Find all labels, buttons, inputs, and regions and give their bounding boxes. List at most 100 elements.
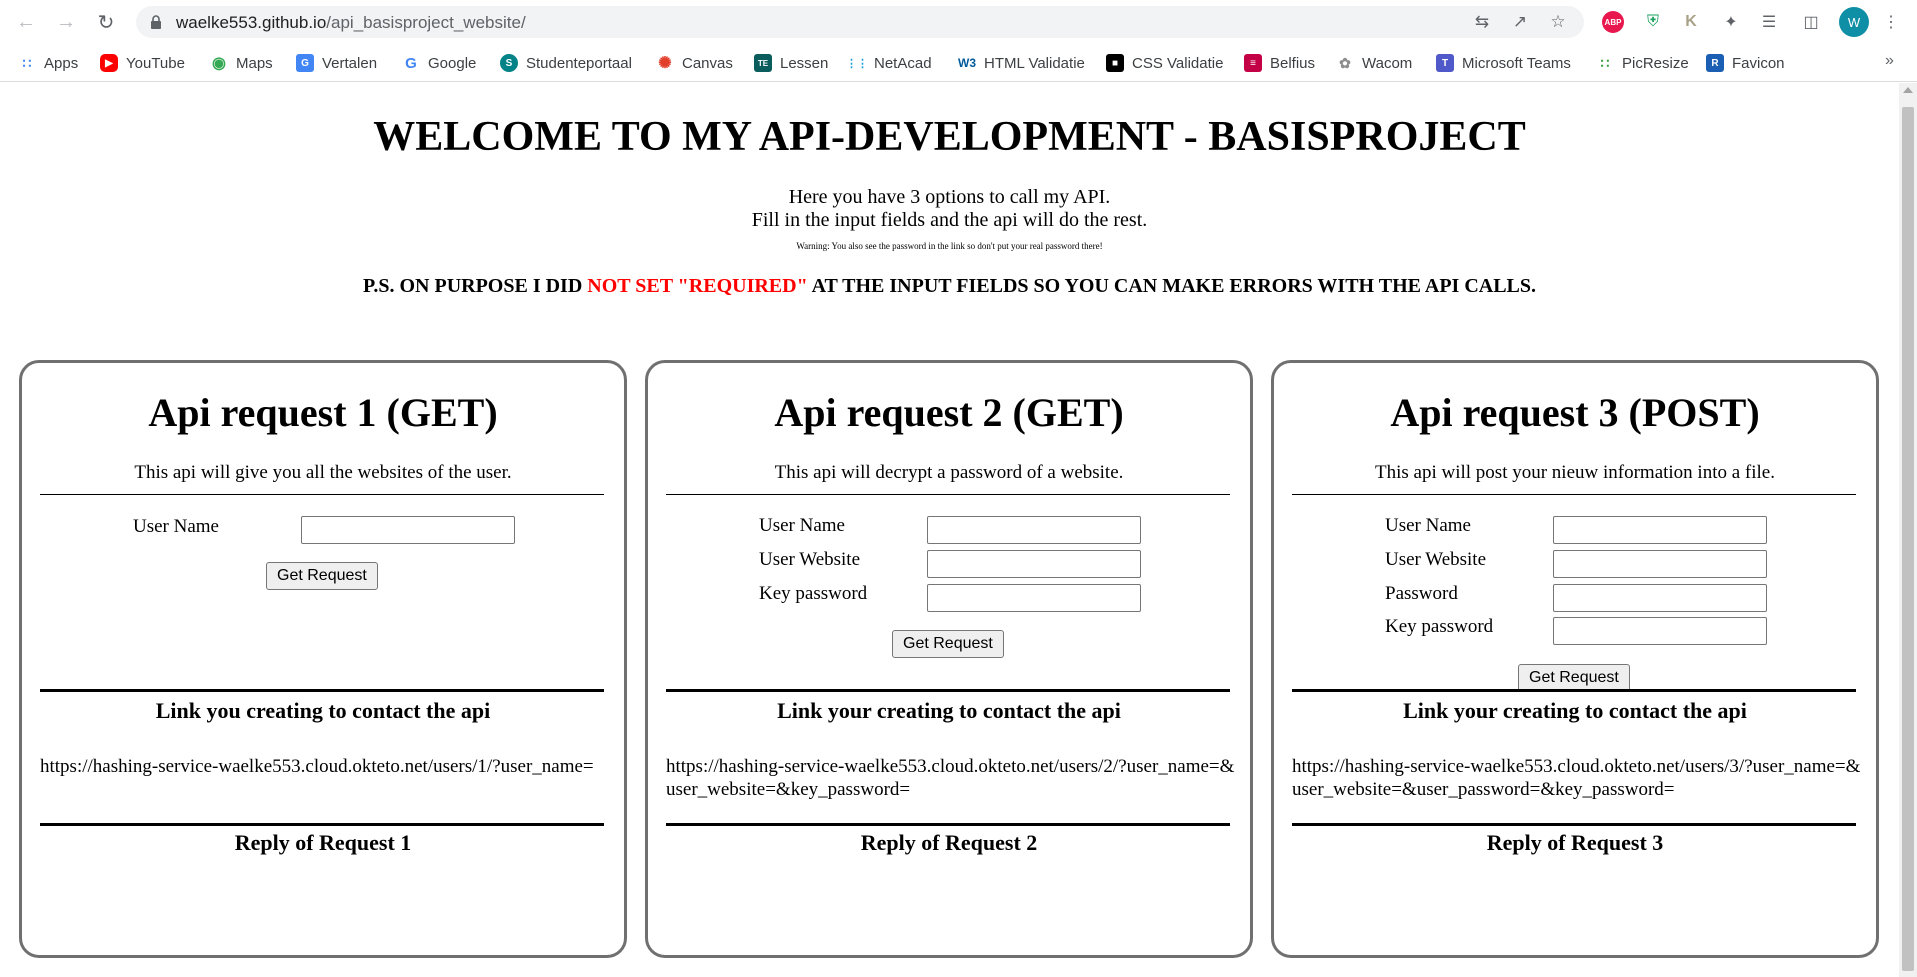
user-website-input[interactable] [927,550,1141,578]
bookmark-css-validatie[interactable]: ■ CSS Validatie [1106,51,1223,75]
bookmark-apps[interactable]: ∷ Apps [18,51,78,75]
w3c-icon: W3 [958,54,976,72]
bookmarks-overflow-icon[interactable]: » [1885,52,1894,70]
share-icon[interactable]: ↗ [1508,10,1532,34]
scroll-thumb[interactable] [1902,107,1914,971]
divider [1292,494,1856,495]
address-bar[interactable]: waelke553.github.io/api_basisproject_web… [136,6,1584,38]
key-password-input[interactable] [927,584,1141,612]
password-input[interactable] [1553,584,1767,612]
divider [1292,823,1856,826]
bookmark-picresize[interactable]: ∷ PicResize [1596,51,1689,75]
reload-icon[interactable]: ↻ [92,8,120,36]
bookmark-label: Google [428,54,477,72]
divider [40,823,604,826]
extension-shield-icon[interactable]: ⛨ [1640,9,1666,35]
bookmark-favicon[interactable]: R Favicon [1706,51,1785,75]
bookmark-maps[interactable]: ◉ Maps [210,51,273,75]
bookmark-label: PicResize [1622,54,1689,72]
user-name-label: User Name [759,515,845,536]
get-request-button[interactable]: Get Request [1518,664,1630,692]
lock-icon[interactable] [150,15,162,29]
bookmark-youtube[interactable]: ▶ YouTube [100,51,185,75]
k-extension-icon[interactable]: K [1678,9,1704,35]
user-name-input[interactable] [927,516,1141,544]
bookmarks-bar: ∷ Apps ▶ YouTube ◉ Maps G Vertalen G Goo… [0,44,1917,82]
ps-highlight: NOT SET "REQUIRED" [587,275,808,297]
get-request-button[interactable]: Get Request [266,562,378,590]
link-heading: Link your creating to contact the api [777,698,1121,723]
menu-kebab-icon[interactable]: ⋮ [1878,9,1904,35]
bookmark-lessen[interactable]: TE Lessen [754,51,828,75]
bookmark-html-validatie[interactable]: W3 HTML Validatie [958,51,1085,75]
bookmark-label: Belfius [1270,54,1316,72]
divider [1292,689,1856,692]
link-heading: Link you creating to contact the api [155,698,491,723]
page-title: WELCOME TO MY API-DEVELOPMENT - BASISPRO… [373,114,1526,160]
user-name-input[interactable] [1553,516,1767,544]
card-title: Api request 3 (POST) [1390,390,1760,435]
bookmark-star-icon[interactable]: ☆ [1546,10,1570,34]
password-label: Password [1385,583,1458,604]
password-warning: Warning: You also see the password in th… [796,241,1103,251]
google-icon: G [402,54,420,72]
youtube-icon: ▶ [100,54,118,72]
api-request-card-3: Api request 3 (POST) This api will post … [1271,360,1879,958]
user-name-label: User Name [1385,515,1471,536]
divider [666,823,1230,826]
bookmark-label: Microsoft Teams [1462,54,1571,72]
user-website-input[interactable] [1553,550,1767,578]
bookmark-label: Wacom [1362,54,1413,72]
divider [666,494,1230,495]
translate-page-icon[interactable]: ⇆ [1470,10,1494,34]
url-domain: waelke553.github.io [176,13,327,32]
ps-text-end: AT THE INPUT FIELDS SO YOU CAN MAKE ERRO… [807,275,1537,297]
wacom-icon: ✿ [1336,54,1354,72]
side-panel-icon[interactable]: ◫ [1798,9,1824,35]
bookmark-label: HTML Validatie [984,54,1085,72]
bookmark-label: Favicon [1732,54,1785,72]
user-name-input[interactable] [301,516,515,544]
card-title: Api request 1 (GET) [148,390,498,435]
extensions-puzzle-icon[interactable]: ✦ [1718,9,1744,35]
bookmark-google[interactable]: G Google [402,51,476,75]
bookmark-microsoft-teams[interactable]: T Microsoft Teams [1436,51,1571,75]
url-text[interactable]: waelke553.github.io/api_basisproject_web… [176,13,526,33]
profile-avatar[interactable]: W [1839,7,1869,37]
bookmark-belfius[interactable]: ≡ Belfius [1244,51,1315,75]
generated-link: https://hashing-service-waelke553.cloud.… [666,756,1235,800]
api-request-card-1: Api request 1 (GET) This api will give y… [19,360,627,958]
cisco-icon: ⋮⋮ [846,54,868,72]
reply-heading: Reply of Request 2 [860,830,1038,855]
bookmark-vertalen[interactable]: G Vertalen [296,51,377,75]
reply-heading: Reply of Request 1 [234,830,412,855]
bookmark-label: Studenteportaal [526,54,632,72]
bookmark-label: Lessen [780,54,829,72]
browser-toolbar: ← → ↻ waelke553.github.io/api_basisproje… [0,0,1917,44]
bookmark-canvas[interactable]: ✺ Canvas [656,51,733,75]
bookmark-studenteportaal[interactable]: S Studenteportaal [500,51,632,75]
lessen-icon: TE [754,54,772,72]
sharepoint-icon: S [500,54,518,72]
bookmark-label: NetAcad [874,54,932,72]
reading-list-icon[interactable]: ☰ [1756,9,1782,35]
favicon-icon: R [1706,54,1724,72]
scroll-up-arrow-icon[interactable] [1903,87,1913,93]
key-password-input[interactable] [1553,617,1767,645]
user-website-label: User Website [1385,549,1487,570]
css-validator-icon: ■ [1106,54,1124,72]
page-scrollbar[interactable] [1899,83,1917,977]
key-password-label: Key password [1385,616,1494,637]
card-description: This api will post your nieuw informatio… [1375,462,1775,483]
bookmark-wacom[interactable]: ✿ Wacom [1336,51,1412,75]
back-arrow-icon[interactable]: ← [12,8,40,36]
intro-line-2: Fill in the input fields and the api wil… [751,209,1148,231]
divider [40,689,604,692]
get-request-button[interactable]: Get Request [892,630,1004,658]
bookmark-label: Maps [236,54,273,72]
adblock-plus-icon[interactable]: ABP [1600,9,1626,35]
forward-arrow-icon[interactable]: → [52,8,80,36]
bookmark-netacad[interactable]: ⋮⋮ NetAcad [846,51,932,75]
divider [666,689,1230,692]
key-password-label: Key password [759,583,868,604]
